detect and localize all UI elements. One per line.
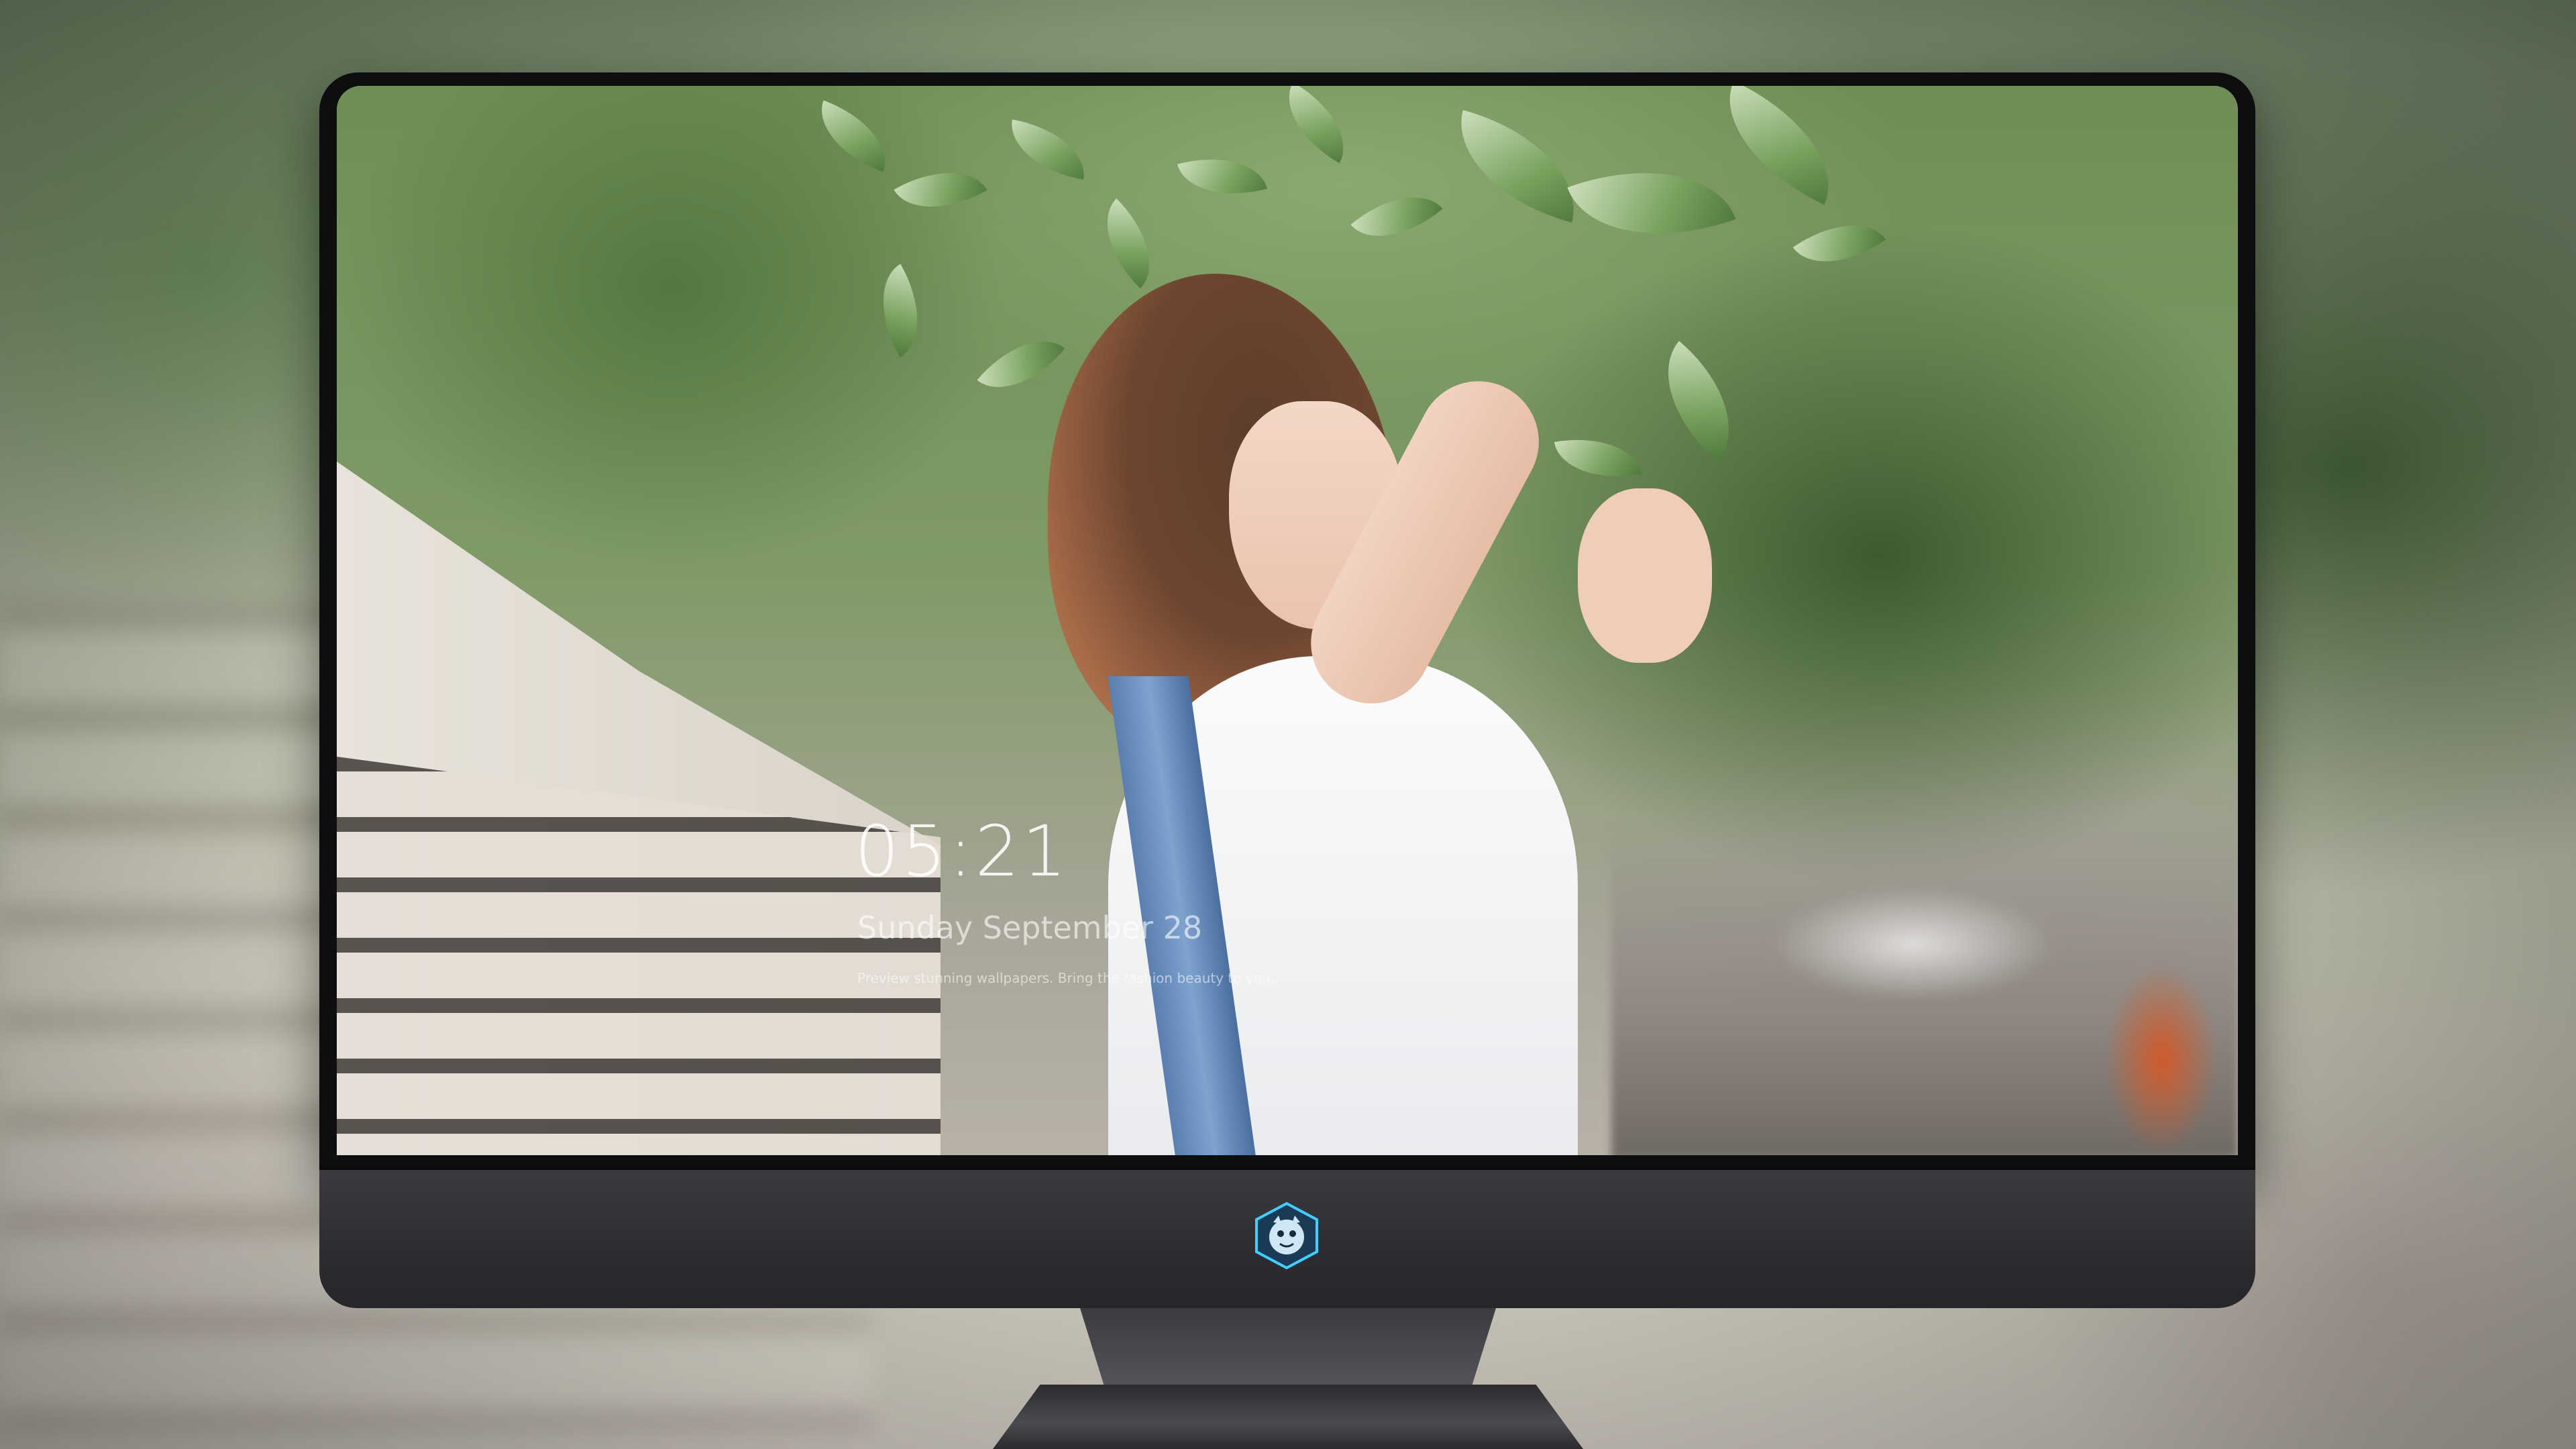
lockscreen-time: 05:21 <box>855 810 1069 892</box>
monitor-stand-base <box>993 1385 1583 1449</box>
wallpaper-bicycles <box>1611 824 2238 1155</box>
lockscreen-hint: Preview stunning wallpapers. Bring the f… <box>857 970 1283 986</box>
wallpaper <box>337 86 2238 1155</box>
monitor-stand-neck <box>1080 1308 1496 1389</box>
lockscreen-date: Sunday September 28 <box>857 910 1203 946</box>
wallpaper-leaves <box>806 86 1947 589</box>
dragon-mascot-logo <box>1253 1201 1320 1270</box>
monitor-screen[interactable]: 05:21 Sunday September 28 Preview stunni… <box>337 86 2238 1155</box>
